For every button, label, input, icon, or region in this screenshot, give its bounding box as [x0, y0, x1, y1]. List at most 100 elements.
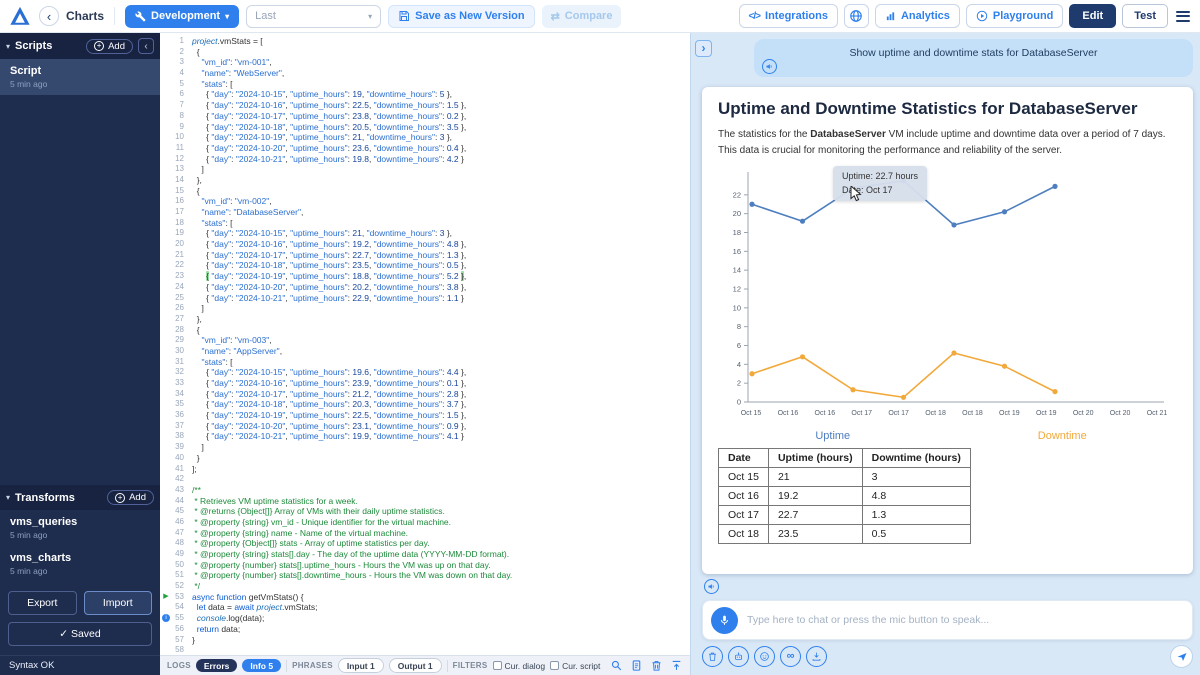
code-line[interactable]: 57}	[160, 635, 690, 646]
code-line[interactable]: 45 * @returns {Object[]} Array of VMs wi…	[160, 506, 690, 517]
code-line[interactable]: 30 "name": "AppServer",	[160, 346, 690, 357]
output-badge[interactable]: Output 1	[389, 658, 442, 673]
code-line[interactable]: 58	[160, 645, 690, 655]
compare-button[interactable]: ⇄ Compare	[542, 5, 622, 28]
robot-button[interactable]	[728, 646, 749, 667]
version-select[interactable]: Last ▾	[246, 5, 381, 28]
code-line[interactable]: 28 {	[160, 325, 690, 336]
collapse-editor-button[interactable]	[670, 659, 683, 672]
send-button[interactable]	[1170, 645, 1193, 668]
edit-button[interactable]: Edit	[1069, 4, 1116, 28]
code-line[interactable]: 50 * @property {number} stats[].uptime_h…	[160, 560, 690, 571]
code-line[interactable]: 33 { "day": "2024-10-16", "uptime_hours"…	[160, 378, 690, 389]
code-line[interactable]: 35 { "day": "2024-10-18", "uptime_hours"…	[160, 399, 690, 410]
code-line[interactable]: 24 { "day": "2024-10-20", "uptime_hours"…	[160, 282, 690, 293]
legend-downtime[interactable]: Downtime	[948, 430, 1178, 442]
code-line[interactable]: 21 { "day": "2024-10-17", "uptime_hours"…	[160, 250, 690, 261]
errors-badge[interactable]: Errors	[196, 659, 238, 672]
code-editor[interactable]: 1project.vmStats = [2 {3 "vm_id": "vm-00…	[160, 33, 690, 655]
integrations-button[interactable]: </> Integrations	[739, 4, 838, 28]
code-line[interactable]: 6 { "day": "2024-10-15", "uptime_hours":…	[160, 89, 690, 100]
code-line[interactable]: 12 { "day": "2024-10-21", "uptime_hours"…	[160, 154, 690, 165]
clear-chat-button[interactable]	[702, 646, 723, 667]
code-line[interactable]: 16 "vm_id": "vm-002",	[160, 196, 690, 207]
link-button[interactable]: ∞	[780, 646, 801, 667]
code-line[interactable]: 19 { "day": "2024-10-15", "uptime_hours"…	[160, 228, 690, 239]
code-line[interactable]: 31 "stats": [	[160, 357, 690, 368]
code-line[interactable]: 39 ]	[160, 442, 690, 453]
saved-button[interactable]: ✓ Saved	[8, 622, 152, 646]
info-line-icon[interactable]: i	[160, 613, 172, 624]
code-line[interactable]: 13 ]	[160, 164, 690, 175]
environment-button[interactable]: Development ▾	[125, 5, 239, 28]
import-button[interactable]: Import	[84, 591, 153, 615]
code-line[interactable]: 11 { "day": "2024-10-20", "uptime_hours"…	[160, 143, 690, 154]
code-line[interactable]: 54 let data = await project.vmStats;	[160, 602, 690, 613]
code-line[interactable]: 9 { "day": "2024-10-18", "uptime_hours":…	[160, 122, 690, 133]
code-line[interactable]: 20 { "day": "2024-10-16", "uptime_hours"…	[160, 239, 690, 250]
code-line[interactable]: 17 "name": "DatabaseServer",	[160, 207, 690, 218]
run-script-icon[interactable]: ▶	[160, 592, 172, 603]
legend-uptime[interactable]: Uptime	[718, 430, 948, 442]
code-line[interactable]: i55 console.log(data);	[160, 613, 690, 624]
uptime-downtime-chart[interactable]: 0246810121416182022Oct 15Oct 16Oct 16Oct…	[718, 166, 1180, 428]
collapse-sidebar-button[interactable]: ‹	[138, 38, 154, 54]
code-line[interactable]: 18 "stats": [	[160, 218, 690, 229]
avatar-button[interactable]	[754, 646, 775, 667]
code-line[interactable]: 43/**	[160, 485, 690, 496]
app-logo[interactable]	[8, 4, 32, 28]
code-line[interactable]: 56 return data;	[160, 624, 690, 635]
sidebar-item-script[interactable]: Script 5 min ago	[0, 59, 160, 95]
scripts-section-header[interactable]: ▾ Scripts +Add ‹	[0, 33, 160, 59]
code-line[interactable]: 44 * Retrieves VM uptime statistics for …	[160, 496, 690, 507]
code-line[interactable]: 37 { "day": "2024-10-20", "uptime_hours"…	[160, 421, 690, 432]
code-line[interactable]: 26 ]	[160, 303, 690, 314]
code-line[interactable]: 15 {	[160, 186, 690, 197]
code-line[interactable]: 2 {	[160, 47, 690, 58]
code-line[interactable]: 40 }	[160, 453, 690, 464]
code-line[interactable]: 22 { "day": "2024-10-18", "uptime_hours"…	[160, 260, 690, 271]
hamburger-menu-button[interactable]	[1174, 7, 1192, 26]
code-line[interactable]: 36 { "day": "2024-10-19", "uptime_hours"…	[160, 410, 690, 421]
sidebar-item-vms-charts[interactable]: vms_charts 5 min ago	[0, 546, 160, 582]
speak-response-button[interactable]	[704, 579, 719, 594]
expand-panel-button[interactable]: ›	[695, 40, 712, 57]
sidebar-item-vms-queries[interactable]: vms_queries 5 min ago	[0, 510, 160, 546]
code-line[interactable]: 42	[160, 474, 690, 485]
download-button[interactable]	[806, 646, 827, 667]
code-line[interactable]: 7 { "day": "2024-10-16", "uptime_hours":…	[160, 100, 690, 111]
code-line[interactable]: 49 * @property {string} stats[].day - Th…	[160, 549, 690, 560]
code-line[interactable]: 52 */	[160, 581, 690, 592]
playground-button[interactable]: Playground	[966, 4, 1064, 28]
code-line[interactable]: ▶53async function getVmStats() {	[160, 592, 690, 603]
info-badge[interactable]: Info 5	[242, 659, 281, 672]
code-line[interactable]: 10 { "day": "2024-10-19", "uptime_hours"…	[160, 132, 690, 143]
code-line[interactable]: 8 { "day": "2024-10-17", "uptime_hours":…	[160, 111, 690, 122]
save-version-button[interactable]: Save as New Version	[388, 5, 534, 28]
code-line[interactable]: 29 "vm_id": "vm-003",	[160, 335, 690, 346]
document-button[interactable]	[630, 659, 643, 672]
code-line[interactable]: 1project.vmStats = [	[160, 36, 690, 47]
code-line[interactable]: 25 { "day": "2024-10-21", "uptime_hours"…	[160, 293, 690, 304]
filter-dialog-checkbox[interactable]	[493, 661, 502, 670]
code-line[interactable]: 51 * @property {number} stats[].downtime…	[160, 570, 690, 581]
code-line[interactable]: 32 { "day": "2024-10-15", "uptime_hours"…	[160, 367, 690, 378]
filter-script-checkbox[interactable]	[550, 661, 559, 670]
code-line[interactable]: 48 * @property {Object[]} stats - Array …	[160, 538, 690, 549]
transforms-section-header[interactable]: ▾ Transforms +Add	[0, 485, 160, 510]
code-line[interactable]: 34 { "day": "2024-10-17", "uptime_hours"…	[160, 389, 690, 400]
code-line[interactable]: 38 { "day": "2024-10-21", "uptime_hours"…	[160, 431, 690, 442]
input-badge[interactable]: Input 1	[338, 658, 384, 673]
code-line[interactable]: 14 },	[160, 175, 690, 186]
add-transform-button[interactable]: +Add	[107, 490, 154, 505]
add-script-button[interactable]: +Add	[86, 39, 133, 54]
code-line[interactable]: 41];	[160, 464, 690, 475]
code-line[interactable]: 27 },	[160, 314, 690, 325]
code-line[interactable]: 46 * @property {string} vm_id - Unique i…	[160, 517, 690, 528]
code-line[interactable]: 47 * @property {string} name - Name of t…	[160, 528, 690, 539]
clear-editor-button[interactable]	[650, 659, 663, 672]
chat-input[interactable]	[747, 614, 1184, 626]
code-line[interactable]: 4 "name": "WebServer",	[160, 68, 690, 79]
test-button[interactable]: Test	[1122, 4, 1168, 28]
analytics-button[interactable]: Analytics	[875, 4, 960, 28]
